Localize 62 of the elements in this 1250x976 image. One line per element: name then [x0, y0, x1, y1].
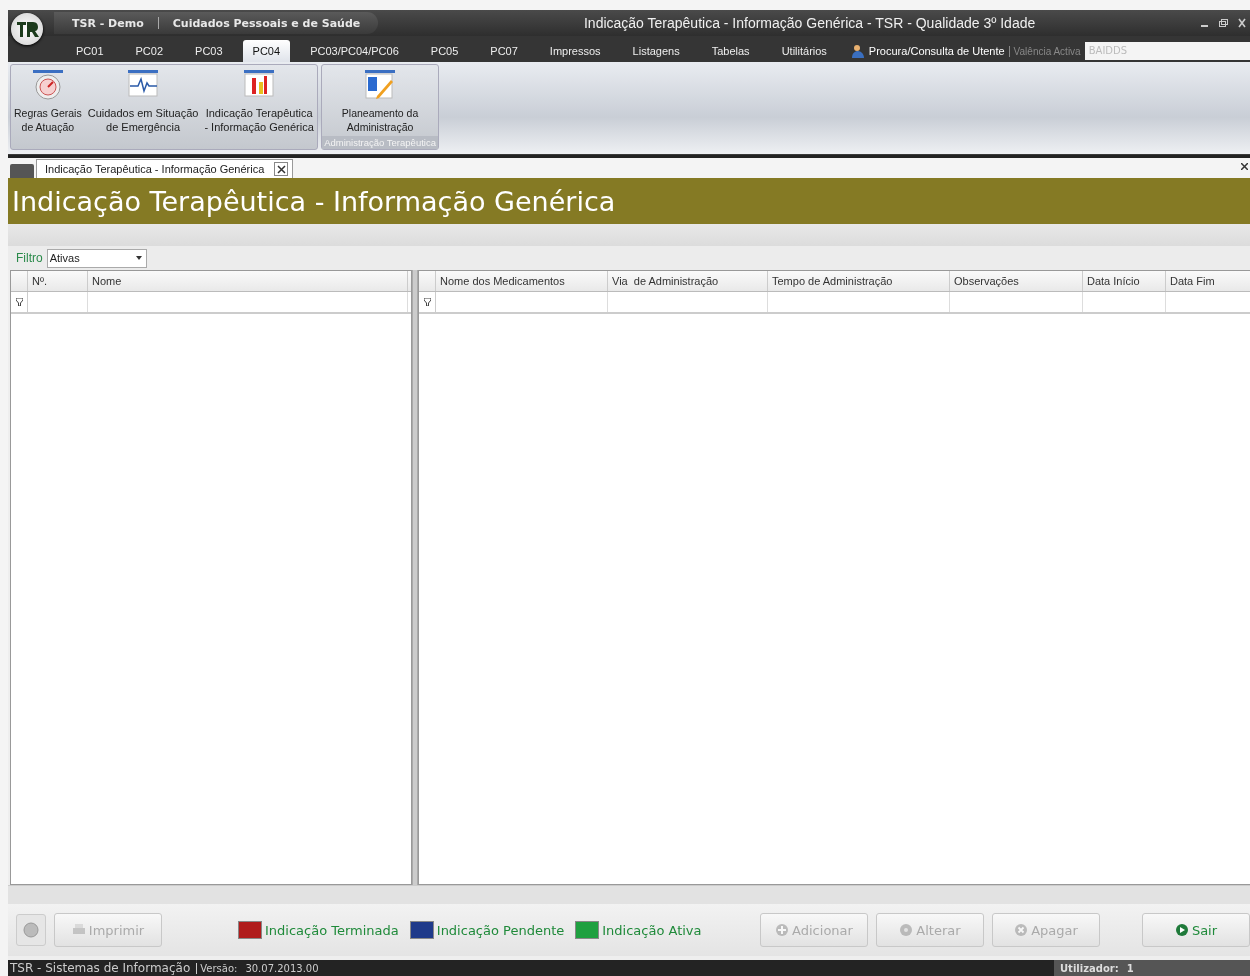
column-header[interactable]: Data Início	[1083, 271, 1166, 291]
menu-tab[interactable]: Impressos	[537, 40, 613, 62]
menu-tab[interactable]: PC07	[478, 40, 530, 62]
app-name: TSR - Demo	[72, 16, 144, 30]
gauge-icon	[30, 70, 65, 100]
version-number: 30.07.2013.00	[245, 962, 319, 974]
pencil-page-icon	[363, 70, 398, 100]
plus-icon	[775, 923, 790, 937]
tab-strip-handle	[10, 164, 34, 178]
document-tab[interactable]: Indicação Terapêutica - Informação Genérica	[36, 159, 294, 178]
menu-tab[interactable]: Utilitários	[769, 40, 839, 62]
delete-icon	[1014, 923, 1029, 937]
legend-label: Indicação Terminada	[265, 922, 399, 938]
filter-dropdown[interactable]: Ativas	[46, 248, 147, 268]
column-header[interactable]: Observações	[950, 271, 1083, 291]
user-label: Utilizador:	[1060, 962, 1119, 974]
menu-tab[interactable]: Listagens	[620, 40, 692, 62]
page-title: Indicação Terapêutica - Informação Genérica	[8, 178, 1250, 224]
legend-label: Indicação Ativa	[602, 922, 702, 938]
ribbon-button[interactable]: Regras Gerais de Atuação	[11, 65, 85, 149]
person-icon	[850, 44, 865, 58]
close-icon	[1241, 163, 1248, 170]
menu-tab[interactable]: PC03	[183, 40, 235, 62]
legend-label: Indicação Pendente	[436, 922, 565, 938]
close-icon	[1238, 18, 1246, 28]
version-label: Versão:	[196, 962, 238, 974]
menu-tab[interactable]: PC01	[64, 40, 116, 62]
restore-icon	[1218, 18, 1228, 28]
exit-icon	[1174, 923, 1189, 937]
window-title: Indicação Terapêutica - Informação Genérica - TSR - Qualidade 3º Idade	[582, 15, 1037, 31]
exit-button[interactable]: Sair	[1142, 913, 1250, 947]
filter-icon	[15, 298, 23, 306]
menu-tab[interactable]: PC03/PC04/PC06	[298, 40, 411, 62]
column-header[interactable]: Via de Administração	[608, 271, 768, 291]
menu-tab[interactable]: PC02	[123, 40, 176, 62]
printer-icon	[71, 923, 86, 937]
ribbon-button[interactable]: Planeamento da Administração	[321, 65, 439, 136]
user-number: 1	[1126, 962, 1134, 974]
heartbeat-icon	[126, 70, 161, 100]
column-header[interactable]: Nome	[88, 271, 408, 291]
gear-icon	[899, 923, 914, 937]
column-header[interactable]: Tempo de Administração	[768, 271, 950, 291]
module-name: Cuidados Pessoais e de Saúde	[172, 16, 361, 30]
circle-icon	[23, 922, 39, 938]
company-name: TSR - Sistemas de Informação	[10, 961, 191, 975]
ribbon-button[interactable]: Cuidados em Situação de Emergência	[84, 65, 202, 149]
column-header[interactable]: Data Fim	[1166, 271, 1250, 291]
menu-tab[interactable]: PC05	[418, 40, 471, 62]
column-header[interactable]: Nº.	[28, 271, 88, 291]
menu-tab[interactable]: PC04	[242, 40, 291, 62]
filter-icon	[423, 298, 431, 306]
column-header[interactable]: Nome dos Medicamentos	[436, 271, 608, 291]
valencia-label: Valência Activa	[1008, 45, 1081, 57]
ribbon-button[interactable]: Indicação Terapêutica - Informação Genérica	[201, 65, 317, 149]
dropdown-arrow-icon	[135, 256, 142, 260]
utente-search-link[interactable]: Procura/Consulta de Utente	[868, 45, 1005, 57]
close-icon	[276, 164, 286, 174]
round-button[interactable]	[16, 914, 46, 946]
minimize-icon	[1201, 25, 1208, 27]
filter-label: Filtro	[16, 251, 43, 265]
splitter-handle[interactable]	[412, 270, 418, 885]
menu-tab[interactable]: Tabelas	[699, 40, 762, 62]
